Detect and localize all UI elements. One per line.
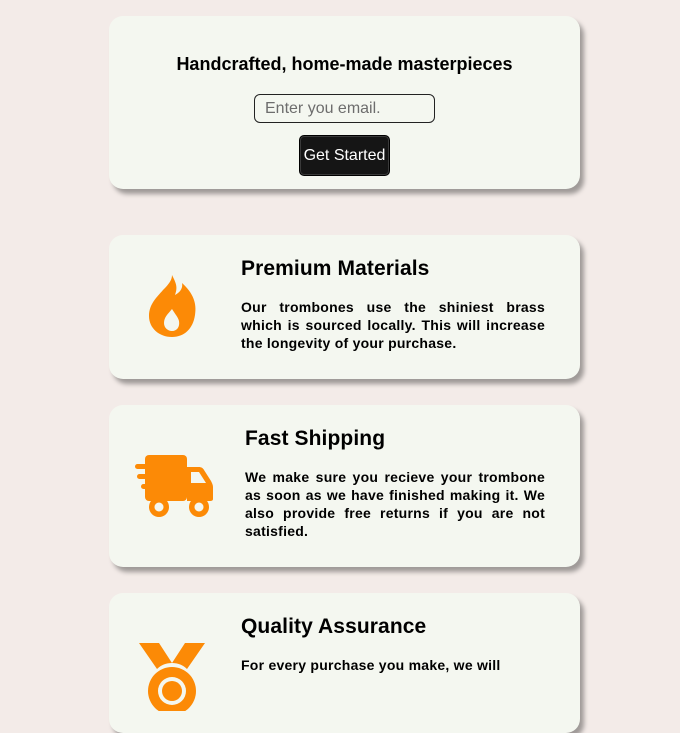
get-started-button[interactable]: Get Started [299, 135, 390, 176]
feature-title: Quality Assurance [241, 615, 427, 638]
email-field[interactable] [254, 94, 435, 123]
medal-icon [137, 641, 207, 716]
feature-card-quality-assurance: Quality Assurance For every purchase you… [109, 593, 580, 733]
signup-title: Handcrafted, home-made masterpieces [176, 54, 513, 74]
feature-title: Premium Materials [241, 257, 430, 280]
fire-icon [145, 273, 199, 346]
feature-description: We make sure you recieve your trombone a… [245, 469, 545, 539]
feature-card-fast-shipping: Fast Shipping We make sure you recieve y… [109, 405, 580, 567]
truck-fast-icon [133, 453, 215, 526]
signup-card: Handcrafted, home-made masterpieces Get … [109, 16, 580, 189]
feature-description: Our trombones use the shiniest brass whi… [241, 299, 545, 351]
feature-description: For every purchase you make, we will [241, 657, 501, 673]
feature-title: Fast Shipping [245, 427, 386, 450]
feature-card-premium-materials: Premium Materials Our trombones use the … [109, 235, 580, 379]
